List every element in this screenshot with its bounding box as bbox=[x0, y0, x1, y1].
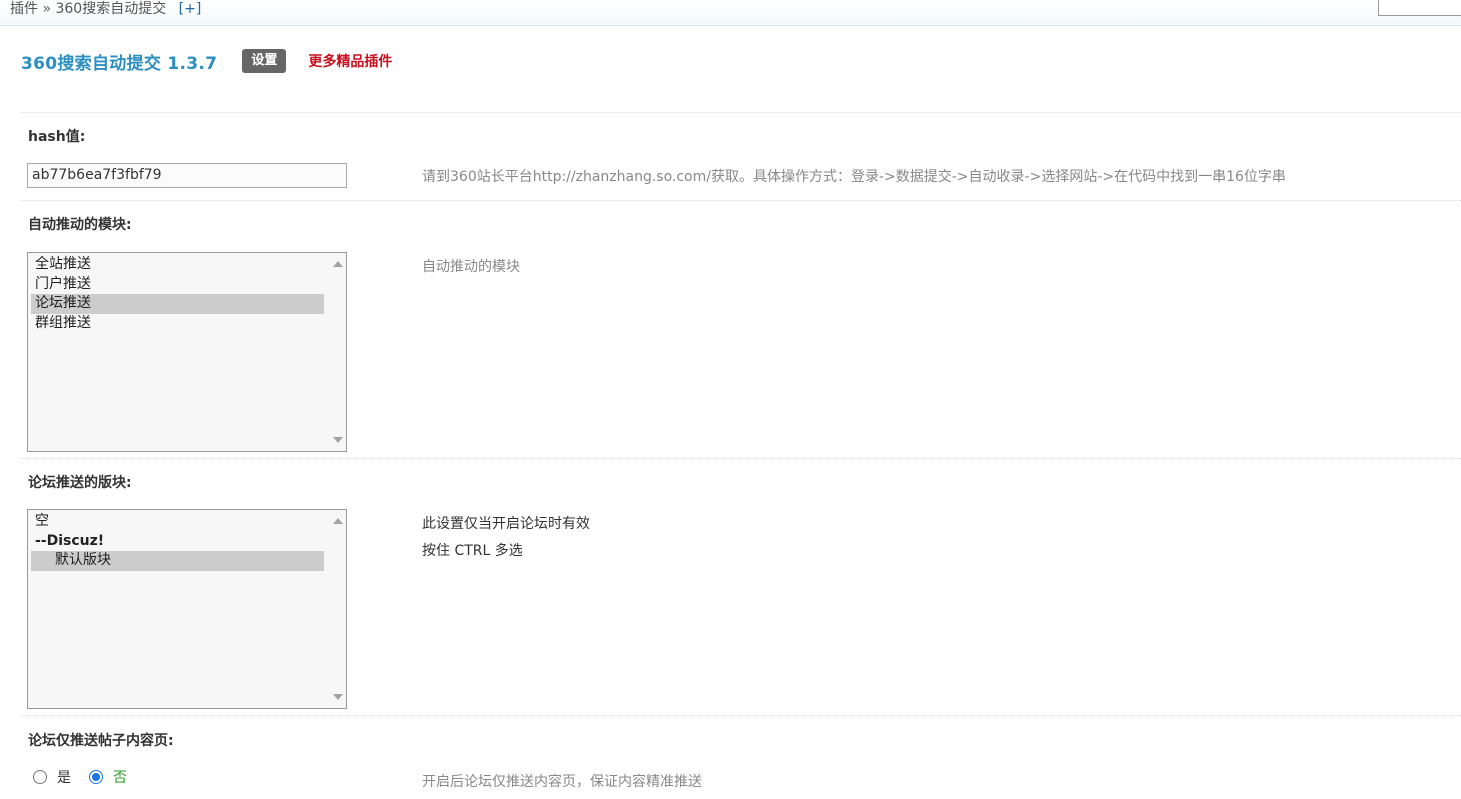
content-only-radio-group: 是 否 bbox=[33, 767, 127, 787]
top-bar: 插件 » 360搜索自动提交 [+] bbox=[0, 0, 1461, 26]
modules-listbox[interactable]: 全站推送 门户推送 论坛推送 群组推送 bbox=[27, 252, 347, 452]
radio-no-label[interactable]: 否 bbox=[113, 767, 127, 787]
divider bbox=[21, 200, 1461, 201]
modules-options: 全站推送 门户推送 论坛推送 群组推送 bbox=[31, 255, 324, 333]
forums-option[interactable]: 空 bbox=[31, 512, 324, 532]
more-plugins-link[interactable]: 更多精品插件 bbox=[308, 51, 392, 71]
forums-options: 空 --Discuz! 默认版块 bbox=[31, 512, 324, 571]
hash-tip: 请到360站长平台http://zhanzhang.so.com/获取。具体操作… bbox=[422, 169, 1286, 185]
radio-yes-label[interactable]: 是 bbox=[57, 767, 71, 787]
forums-listbox[interactable]: 空 --Discuz! 默认版块 bbox=[27, 509, 347, 709]
plugin-header: 360搜索自动提交 1.3.7 设置 更多精品插件 bbox=[21, 48, 392, 74]
breadcrumb-current: 360搜索自动提交 bbox=[55, 1, 167, 17]
forums-option[interactable]: --Discuz! bbox=[31, 532, 324, 552]
modules-option[interactable]: 论坛推送 bbox=[31, 294, 324, 314]
content-only-label: 论坛仅推送帖子内容页: bbox=[28, 733, 174, 749]
scroll-up-icon[interactable] bbox=[333, 518, 343, 524]
page-title: 360搜索自动提交 1.3.7 bbox=[21, 53, 218, 74]
modules-label: 自动推动的模块: bbox=[28, 217, 132, 233]
modules-option[interactable]: 群组推送 bbox=[31, 314, 324, 334]
hash-input[interactable]: ab77b6ea7f3fbf79 bbox=[27, 163, 347, 188]
scroll-down-icon[interactable] bbox=[333, 437, 343, 443]
forums-scrollbar[interactable] bbox=[329, 510, 346, 708]
modules-tip: 自动推动的模块 bbox=[422, 259, 520, 275]
breadcrumb-expand-link[interactable]: [+] bbox=[179, 1, 202, 17]
breadcrumb-separator: » bbox=[42, 1, 52, 17]
content-only-tip: 开启后论坛仅推送内容页，保证内容精准推送 bbox=[422, 774, 702, 790]
divider bbox=[21, 112, 1461, 113]
divider bbox=[21, 458, 1461, 459]
forums-tip-line1: 此设置仅当开启论坛时有效 bbox=[422, 516, 590, 532]
modules-scrollbar[interactable] bbox=[329, 253, 346, 451]
breadcrumb-root[interactable]: 插件 bbox=[10, 1, 38, 17]
radio-no[interactable] bbox=[89, 770, 103, 784]
hash-label: hash值: bbox=[28, 129, 86, 145]
divider bbox=[21, 715, 1461, 716]
forums-label: 论坛推送的版块: bbox=[28, 475, 132, 491]
radio-yes[interactable] bbox=[33, 770, 47, 784]
scroll-up-icon[interactable] bbox=[333, 261, 343, 267]
modules-option[interactable]: 门户推送 bbox=[31, 275, 324, 295]
forums-option[interactable]: 默认版块 bbox=[31, 551, 324, 571]
breadcrumb: 插件 » 360搜索自动提交 [+] bbox=[10, 0, 201, 18]
top-right-input[interactable] bbox=[1378, 0, 1461, 16]
tab-settings[interactable]: 设置 bbox=[242, 49, 287, 73]
scroll-down-icon[interactable] bbox=[333, 694, 343, 700]
forums-tip-line2: 按住 CTRL 多选 bbox=[422, 543, 523, 559]
modules-option[interactable]: 全站推送 bbox=[31, 255, 324, 275]
